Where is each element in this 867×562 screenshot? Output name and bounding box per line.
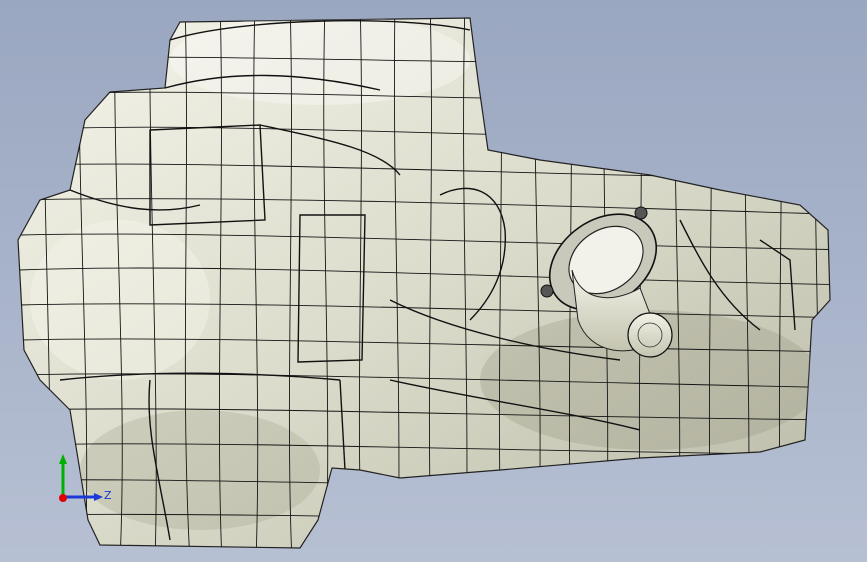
round-boss[interactable]	[627, 312, 673, 358]
engine-mesh-model[interactable]	[0, 0, 867, 562]
cad-graphics-viewport[interactable]: Z	[0, 0, 867, 562]
coordinate-triad: Z	[48, 440, 118, 510]
z-axis-label: Z	[104, 489, 112, 502]
x-axis-icon	[59, 494, 67, 502]
